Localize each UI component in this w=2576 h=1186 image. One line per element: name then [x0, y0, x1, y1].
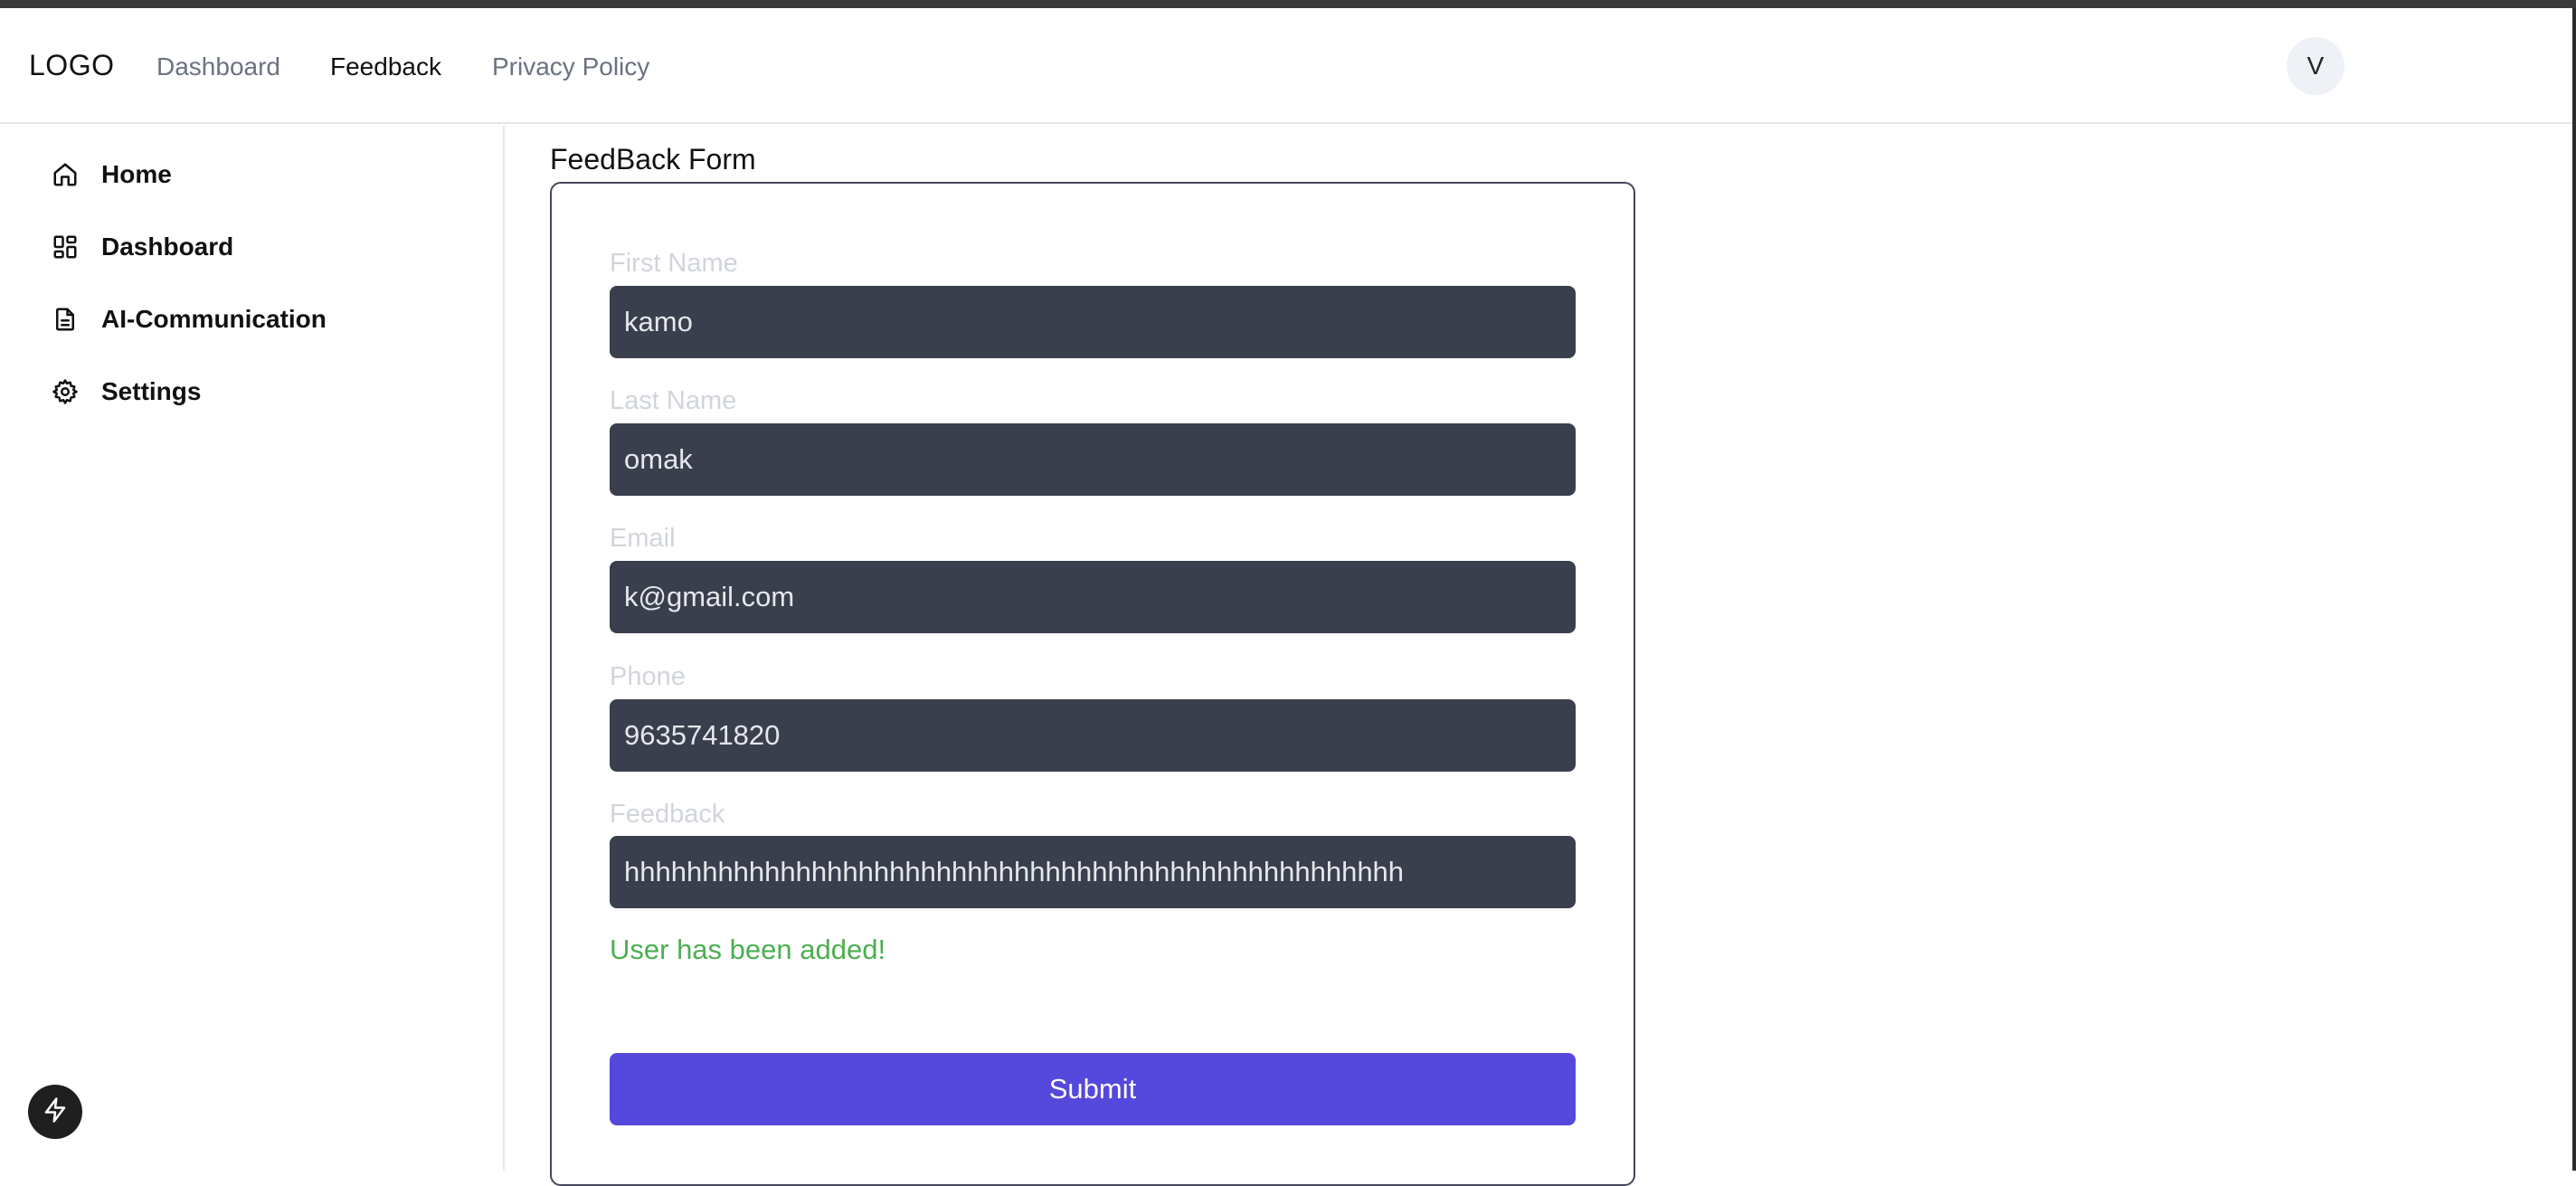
home-icon — [51, 160, 80, 189]
last-name-label: Last Name — [610, 386, 737, 415]
feedback-label: Feedback — [610, 800, 725, 829]
logo: LOGO — [29, 49, 115, 81]
floating-action-button[interactable] — [28, 1085, 82, 1139]
nav-link-dashboard[interactable]: Dashboard — [156, 52, 280, 81]
first-name-input[interactable] — [610, 286, 1576, 358]
email-label: Email — [610, 524, 676, 553]
avatar[interactable]: V — [2287, 37, 2344, 95]
page-title: FeedBack Form — [550, 143, 756, 176]
sidebar-item-settings[interactable]: Settings — [51, 370, 201, 413]
sidebar-item-dashboard[interactable]: Dashboard — [51, 225, 233, 269]
dashboard-icon — [51, 232, 80, 261]
submit-button[interactable]: Submit — [610, 1053, 1576, 1125]
sidebar-item-label: Home — [101, 160, 172, 188]
phone-input[interactable] — [610, 699, 1576, 772]
sidebar-item-ai-communication[interactable]: AI-Communication — [51, 298, 327, 341]
window-edge — [2572, 8, 2576, 1171]
navbar: LOGO Dashboard Feedback Privacy Policy V — [0, 8, 2576, 124]
feedback-input[interactable] — [610, 836, 1576, 908]
document-icon — [51, 305, 80, 334]
sidebar-item-home[interactable]: Home — [51, 153, 172, 196]
success-message: User has been added! — [610, 934, 886, 965]
sidebar-item-label: Settings — [101, 377, 202, 405]
nav-link-feedback[interactable]: Feedback — [330, 52, 441, 81]
gear-icon — [51, 377, 80, 406]
sidebar-item-label: AI-Communication — [101, 305, 327, 333]
sidebar: Home Dashboard AI-Communication Settings — [0, 126, 505, 1171]
nav-link-privacy-policy[interactable]: Privacy Policy — [492, 52, 649, 81]
sidebar-item-label: Dashboard — [101, 232, 234, 261]
phone-label: Phone — [610, 662, 686, 691]
bolt-icon — [42, 1096, 69, 1128]
feedback-form: First Name Last Name Email Phone Feedbac… — [550, 182, 1635, 1186]
first-name-label: First Name — [610, 249, 738, 278]
top-strip — [0, 0, 2576, 8]
last-name-input[interactable] — [610, 423, 1576, 496]
email-input[interactable] — [610, 561, 1576, 633]
